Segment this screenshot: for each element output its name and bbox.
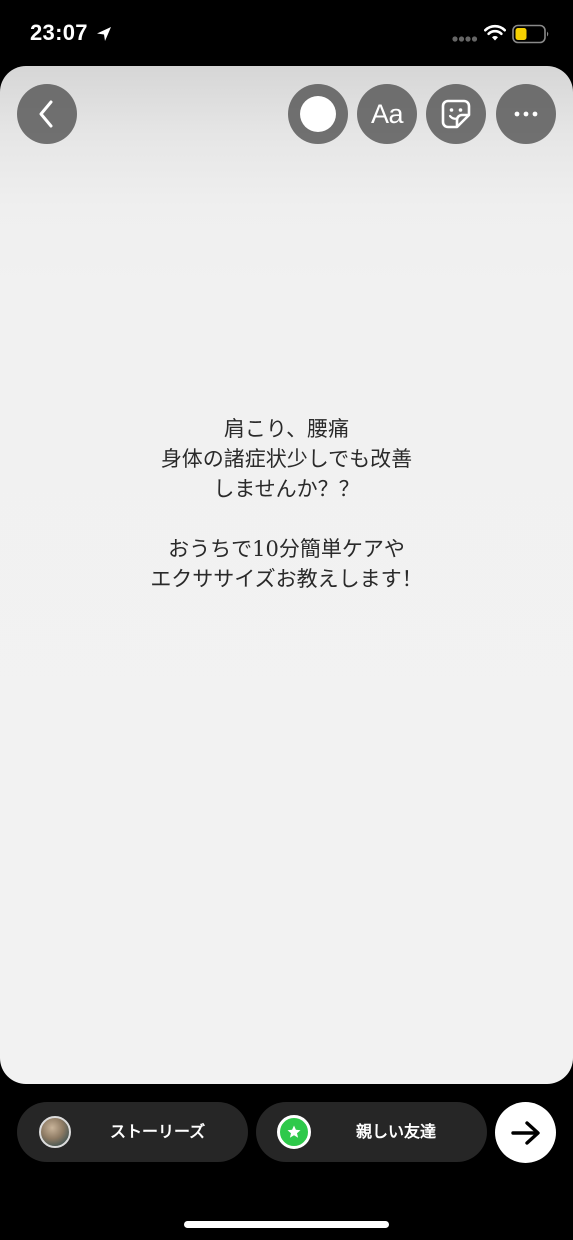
back-button[interactable] [17, 84, 77, 144]
next-button[interactable] [495, 1102, 556, 1163]
more-icon [514, 111, 538, 117]
wifi-icon [484, 25, 506, 41]
story-text-block[interactable]: 肩こり、腰痛 身体の諸症状少しでも改善 しませんか？？ おうちで10分簡単ケアや… [0, 414, 573, 594]
story-text-line: エクササイズお教えします！ [150, 567, 423, 591]
story-text-line: おうちで10分簡単ケアや [168, 537, 405, 561]
story-canvas[interactable]: Aa 肩こり、腰痛 身体の諸症状少しでも改善 しませんか？？ おうちで10分簡単… [0, 66, 573, 1084]
color-picker-button[interactable] [288, 84, 348, 144]
location-arrow-icon [97, 27, 111, 41]
share-to-close-friends-button[interactable]: 親しい友達 [256, 1102, 487, 1162]
stories-label: ストーリーズ [110, 1122, 206, 1141]
close-friends-star-icon [277, 1115, 311, 1149]
story-editor-screen: 23:07 Aa 肩こり、腰痛 身体の諸症状少しでも改善 しませんか？？ おうち… [0, 0, 573, 1240]
avatar [39, 1116, 71, 1148]
arrow-right-icon [510, 1120, 540, 1145]
share-to-stories-button[interactable]: ストーリーズ [17, 1102, 248, 1162]
home-indicator[interactable] [184, 1221, 389, 1228]
chevron-left-icon [39, 100, 53, 128]
story-text-spacer [0, 504, 573, 534]
story-text-line: 身体の諸症状少しでも改善 [160, 447, 413, 471]
story-text-line: しませんか？？ [213, 477, 360, 501]
color-dot-icon [300, 96, 336, 132]
sticker-icon [441, 99, 471, 129]
battery-icon [512, 24, 549, 44]
text-tool-label: Aa [370, 98, 404, 129]
more-options-button[interactable] [496, 84, 556, 144]
story-text-line: 肩こり、腰痛 [223, 417, 350, 441]
status-bar: 23:07 [0, 0, 573, 66]
status-time: 23:07 [30, 20, 88, 45]
signal-icon [452, 36, 478, 42]
close-friends-label: 親しい友達 [356, 1122, 437, 1141]
sticker-button[interactable] [426, 84, 486, 144]
text-tool-button[interactable]: Aa [357, 84, 417, 144]
